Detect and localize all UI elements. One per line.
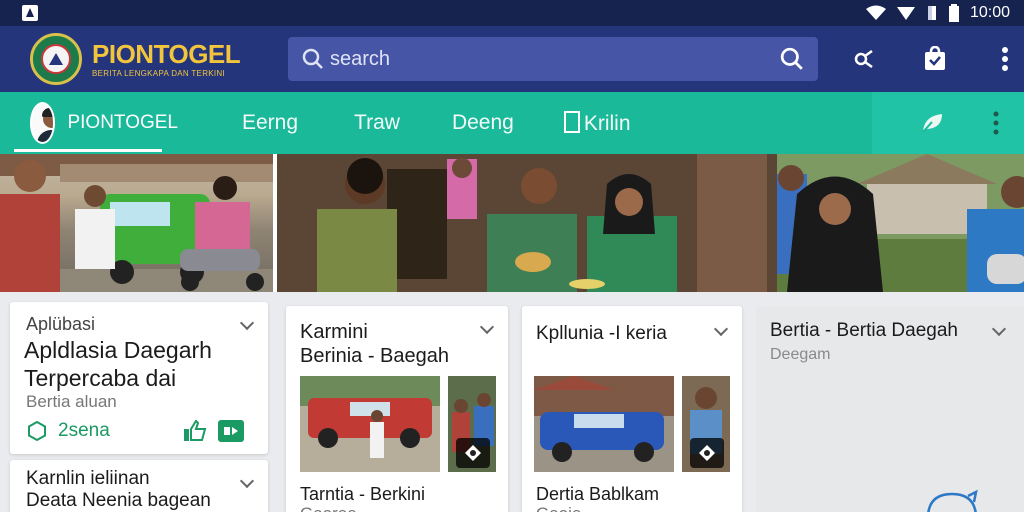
tab-krilin[interactable]: Krilin [563,110,631,136]
play-diamond-icon [465,445,481,461]
card-caption: Tarntia - Berkini [300,484,426,504]
square-icon [563,110,580,133]
card-title: Kpllunia -I keria [536,323,667,344]
card-title: Apldlasia Daegarh Terpercaba dai [24,336,212,392]
card-caption-secondary: Gaoie [536,504,581,512]
category-more-icon[interactable] [992,110,1000,136]
news-card-5[interactable]: Karnlin ieliinan Deata Neenia bagean [10,460,268,512]
hexagon-icon [28,420,46,442]
share-icon [854,49,873,69]
play-button[interactable] [456,438,490,468]
card-title-line1: Karnlin ieliinan [26,468,150,489]
status-bar: 10:00 [0,0,1024,26]
card-tag[interactable]: 2sena [26,420,110,442]
app-bar: PIONTOGEL BERITA LENGKAPA DAN TERKINI [0,26,1024,92]
app-notification-icon [22,5,38,21]
card-caption: Dertia Bablkam [536,484,660,504]
sim-icon [927,6,936,20]
tab-traw[interactable]: Traw [354,111,400,135]
card-title-line2: Deata Neenia bagean [26,490,211,511]
hero-image-street[interactable] [0,154,273,292]
hero-banner [0,154,1024,292]
blue-car-illustration [534,376,674,472]
tab-krilin-label: Krilin [583,111,631,135]
news-card-4[interactable]: Bertia - Bertia Daegah Deegam [756,306,1024,512]
card-expand-chevron-icon[interactable] [991,321,1007,337]
chat-leaf-icon[interactable] [920,112,946,134]
search-input[interactable] [330,47,730,71]
card-expand-chevron-icon[interactable] [713,321,729,337]
card-thumbnail-bluecar[interactable] [534,376,674,472]
card-title: Karmini Berinia - Baegah [300,320,449,368]
brand-emblem-icon [30,33,82,85]
search-icon [302,48,323,69]
signal-icon [896,7,915,20]
brand[interactable]: PIONTOGEL BERITA LENGKAPA DAN TERKINI [30,33,282,85]
profile-tab[interactable]: PIONTOGEL [14,92,178,154]
brand-title: PIONTOGEL [92,38,241,69]
bookmark-bag-icon [925,46,945,70]
card-expand-chevron-icon[interactable] [479,319,495,335]
card-caption-secondary: Gaoree [300,504,357,512]
card-tag-label: 2sena [58,420,110,441]
wifi-icon [865,5,886,20]
card-title: Bertia - Bertia Daegah [770,320,958,341]
play-diamond-icon [699,445,715,461]
avatar [30,102,56,144]
refresh-globe-icon[interactable] [924,488,980,512]
thumbs-up-icon[interactable] [183,420,207,442]
news-card-2[interactable]: Karmini Berinia - Baegah Tarntia - Berki… [286,306,508,512]
more-menu-button[interactable] [990,44,1020,74]
card-thumbnail-man[interactable] [682,376,730,472]
hero-image-village-meeting[interactable] [276,154,1024,292]
battery-icon [948,4,959,22]
card-title: Karnlin ieliinan Deata Neenia bagean [26,468,211,512]
card-title-line2: Terpercaba dai [24,365,177,391]
card-title-line1: Apldlasia Daegarh [24,337,212,363]
video-badge-icon[interactable] [218,420,244,442]
village-meeting-illustration [276,154,1024,292]
card-subtitle: Deegam [770,346,831,363]
card-title-line2: Berinia - Baegah [300,345,449,367]
card-title-line1: Karmini [300,321,368,343]
card-kicker: Aplübasi [26,314,96,334]
status-time: 10:00 [969,4,1010,21]
card-expand-chevron-icon[interactable] [239,473,255,489]
search-submit-icon[interactable] [780,47,804,71]
video-icon [224,427,238,435]
red-car-illustration [300,376,440,472]
more-vert-icon [1002,47,1008,71]
news-card-1[interactable]: Aplübasi Apldlasia Daegarh Terpercaba da… [10,302,268,454]
bookmark-button[interactable] [920,44,950,74]
street-scene-illustration [0,154,273,292]
profile-name: PIONTOGEL [67,112,178,133]
share-button[interactable] [850,44,880,74]
card-thumbnail-people[interactable] [448,376,496,472]
tab-eerng[interactable]: Eerng [242,111,298,135]
card-expand-chevron-icon[interactable] [239,315,255,331]
card-thumbnail-car[interactable] [300,376,440,472]
news-card-3[interactable]: Kpllunia -I keria Dertia Bablkam Gaoie [522,306,742,512]
search-bar[interactable] [288,37,818,81]
tab-deeng[interactable]: Deeng [452,111,514,135]
category-bar: PIONTOGEL Eerng Traw Deeng Krilin [0,92,1024,154]
brand-subtitle: BERITA LENGKAPA DAN TERKINI [92,68,226,78]
play-button[interactable] [690,438,724,468]
card-subtitle: Bertia aluan [26,392,117,411]
